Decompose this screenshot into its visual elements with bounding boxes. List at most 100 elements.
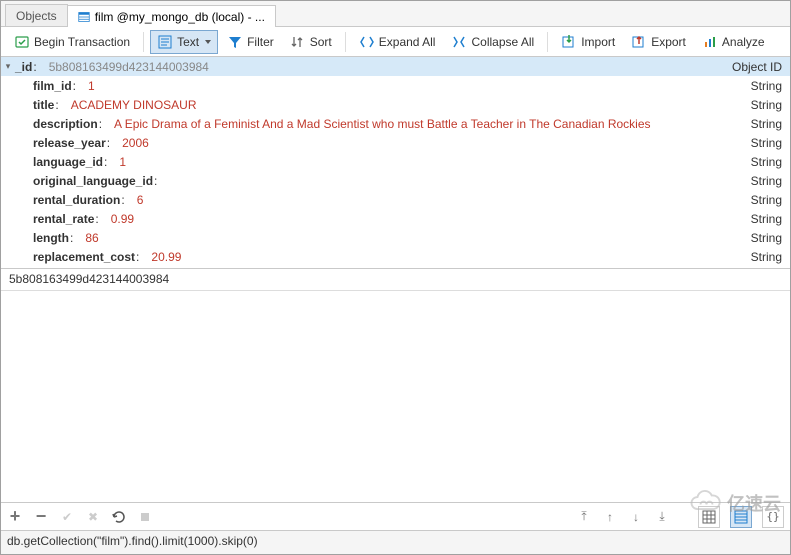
- tab-film[interactable]: film @my_mongo_db (local) - ...: [67, 5, 276, 27]
- field-row-language_id[interactable]: language_id:1 String: [1, 152, 790, 171]
- table-icon: [78, 11, 90, 23]
- colon: :: [121, 193, 124, 207]
- field-type: String: [751, 136, 782, 150]
- colon: :: [73, 79, 76, 93]
- status-text: 5b808163499d423144003984: [9, 272, 169, 286]
- field-row-rental_duration[interactable]: rental_duration:6 String: [1, 190, 790, 209]
- text-dropdown-icon[interactable]: [205, 40, 211, 44]
- first-page-button[interactable]: ⤒: [576, 509, 592, 525]
- field-row-rental_rate[interactable]: rental_rate:0.99String: [1, 209, 790, 228]
- next-page-button[interactable]: ↓: [628, 509, 644, 525]
- field-type: String: [751, 79, 782, 93]
- grid-icon: [702, 510, 716, 524]
- collapse-icon[interactable]: ▾: [1, 61, 15, 72]
- json-view-button[interactable]: {}: [762, 506, 784, 528]
- field-row-film_id[interactable]: film_id:1 String: [1, 76, 790, 95]
- field-type: String: [751, 98, 782, 112]
- separator: [345, 32, 346, 52]
- field-row-original_language_id[interactable]: original_language_id:String: [1, 171, 790, 190]
- field-value: 6: [137, 193, 144, 207]
- tree-icon: [734, 510, 748, 524]
- prev-page-button[interactable]: ↑: [602, 509, 618, 525]
- field-row-description[interactable]: description: A Epic Drama of a Feminist A…: [1, 114, 790, 133]
- separator: [547, 32, 548, 52]
- tab-film-label: film @my_mongo_db (local) - ...: [95, 6, 265, 28]
- separator: [143, 32, 144, 52]
- field-value: 1: [88, 79, 95, 93]
- remove-record-button[interactable]: −: [33, 509, 49, 525]
- query-text: db.getCollection("film").find().limit(10…: [7, 534, 258, 548]
- last-page-button[interactable]: ⤓: [654, 509, 670, 525]
- field-value: A Epic Drama of a Feminist And a Mad Sci…: [114, 117, 651, 131]
- field-row-release_year[interactable]: release_year:2006String: [1, 133, 790, 152]
- field-key: description: [33, 117, 98, 131]
- stop-button[interactable]: [137, 509, 153, 525]
- commit-button[interactable]: ✔: [59, 509, 75, 525]
- filter-button[interactable]: Filter: [220, 30, 281, 54]
- field-value: 20.99: [151, 250, 181, 264]
- field-row-title[interactable]: title:ACADEMY DINOSAURString: [1, 95, 790, 114]
- field-key: _id: [15, 60, 32, 74]
- tree-view-button[interactable]: [730, 506, 752, 528]
- export-button[interactable]: Export: [624, 30, 693, 54]
- analyze-label: Analyze: [722, 35, 765, 49]
- colon: :: [136, 250, 139, 264]
- field-type: String: [751, 231, 782, 245]
- refresh-button[interactable]: [111, 509, 127, 525]
- colon: :: [95, 212, 98, 226]
- field-value: 86: [85, 231, 98, 245]
- text-view-label: Text: [177, 35, 199, 49]
- field-key: original_language_id: [33, 174, 153, 188]
- field-type: String: [751, 155, 782, 169]
- export-icon: [631, 34, 647, 50]
- field-type: String: [751, 117, 782, 131]
- text-view-button[interactable]: Text: [150, 30, 218, 54]
- analyze-button[interactable]: Analyze: [695, 30, 772, 54]
- begin-transaction-button[interactable]: Begin Transaction: [7, 30, 137, 54]
- field-value: ACADEMY DINOSAUR: [71, 98, 197, 112]
- collapse-all-label: Collapse All: [471, 35, 534, 49]
- expand-all-label: Expand All: [379, 35, 436, 49]
- toolbar: Begin Transaction Text Filter Sort Expan…: [1, 27, 790, 57]
- colon: :: [104, 155, 107, 169]
- field-key: film_id: [33, 79, 72, 93]
- transaction-icon: [14, 34, 30, 50]
- filter-icon: [227, 34, 243, 50]
- status-bar: 5b808163499d423144003984: [1, 268, 790, 290]
- field-type: String: [751, 212, 782, 226]
- import-label: Import: [581, 35, 615, 49]
- text-icon: [157, 34, 173, 50]
- field-row-length[interactable]: length:86String: [1, 228, 790, 247]
- field-type: Object ID: [732, 60, 782, 74]
- expand-all-button[interactable]: Expand All: [352, 30, 443, 54]
- query-bar[interactable]: db.getCollection("film").find().limit(10…: [1, 530, 790, 554]
- document-view: ▾_id:5b808163499d423144003984Object IDfi…: [1, 57, 790, 268]
- tab-objects[interactable]: Objects: [5, 4, 68, 26]
- sort-label: Sort: [310, 35, 332, 49]
- field-row-_id[interactable]: ▾_id:5b808163499d423144003984Object ID: [1, 57, 790, 76]
- field-key: rental_duration: [33, 193, 120, 207]
- field-value: 0.99: [111, 212, 134, 226]
- field-key: replacement_cost: [33, 250, 135, 264]
- colon: :: [33, 60, 36, 74]
- field-key: language_id: [33, 155, 103, 169]
- sort-button[interactable]: Sort: [283, 30, 339, 54]
- field-value: 2006: [122, 136, 149, 150]
- collapse-all-button[interactable]: Collapse All: [444, 30, 541, 54]
- field-type: String: [751, 193, 782, 207]
- add-record-button[interactable]: +: [7, 509, 23, 525]
- collapse-icon: [451, 34, 467, 50]
- field-type: String: [751, 250, 782, 264]
- expand-icon: [359, 34, 375, 50]
- colon: :: [70, 231, 73, 245]
- field-row-replacement_cost[interactable]: replacement_cost:20.99 String: [1, 247, 790, 266]
- bottom-toolbar: + − ✔ ✖ ⤒ ↑ ↓ ⤓ {}: [1, 502, 790, 530]
- colon: :: [99, 117, 102, 131]
- import-button[interactable]: Import: [554, 30, 622, 54]
- field-value: 1: [119, 155, 126, 169]
- export-label: Export: [651, 35, 686, 49]
- grid-view-button[interactable]: [698, 506, 720, 528]
- cancel-button[interactable]: ✖: [85, 509, 101, 525]
- json-icon: {}: [766, 510, 779, 523]
- analyze-icon: [702, 34, 718, 50]
